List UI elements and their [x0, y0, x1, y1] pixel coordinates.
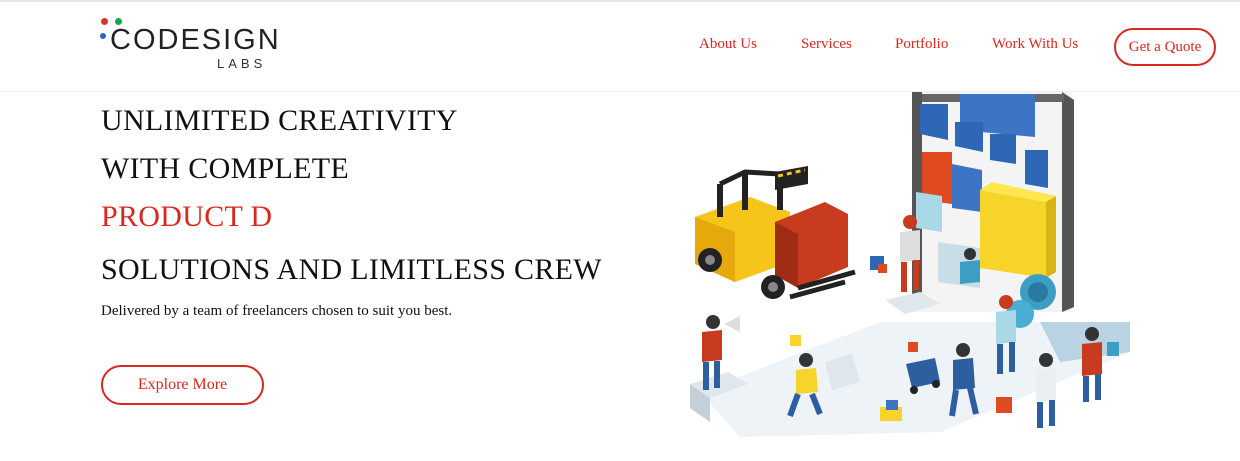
explore-more-button[interactable]: Explore More: [101, 365, 264, 405]
hero-tagline: Delivered by a team of freelancers chose…: [101, 303, 453, 319]
nav-work-with-us[interactable]: Work With Us: [992, 36, 1078, 53]
hero-heading-typed-line: PRODUCT D: [101, 200, 273, 233]
hero-heading-line-2: WITH COMPLETE: [101, 152, 350, 185]
logo-red-dot-icon: [101, 18, 108, 25]
hero-heading-line-4: SOLUTIONS AND LIMITLESS CREW: [101, 253, 602, 286]
phone-icon: [912, 92, 1074, 328]
nav-about-us[interactable]: About Us: [699, 36, 757, 53]
nav-services[interactable]: Services: [801, 36, 852, 53]
isometric-team-illustration: [690, 92, 1130, 437]
brand-logo[interactable]: CODESIGN LABS: [100, 16, 280, 76]
logo-blue-dot-icon: [100, 33, 106, 39]
get-a-quote-button[interactable]: Get a Quote: [1114, 28, 1216, 66]
site-header: CODESIGN LABS About Us Services Portfoli…: [0, 2, 1240, 92]
logo-subtitle: LABS: [217, 56, 267, 71]
logo-wordmark: CODESIGN: [110, 24, 281, 56]
hero-heading-line-1: UNLIMITED CREATIVITY: [101, 104, 458, 137]
nav-portfolio[interactable]: Portfolio: [895, 36, 948, 53]
forklift-icon: [695, 166, 856, 300]
